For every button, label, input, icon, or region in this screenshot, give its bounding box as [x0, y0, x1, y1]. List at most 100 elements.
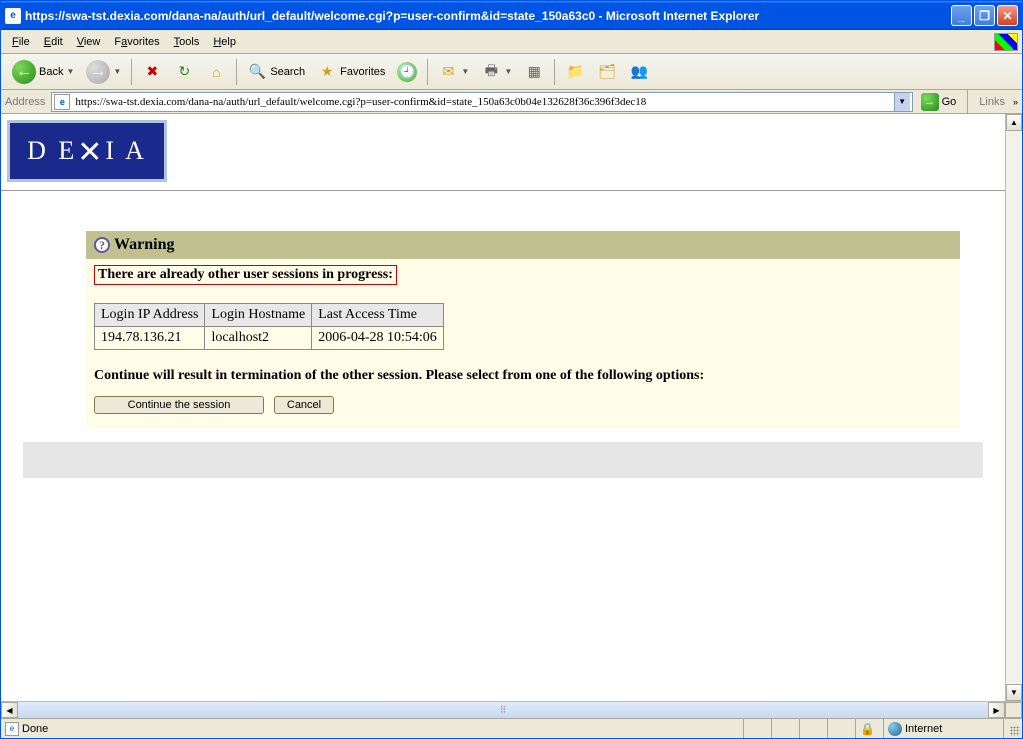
folder-icon: 📁	[565, 62, 585, 82]
divider	[1, 190, 1005, 191]
close-button[interactable]: ✕	[997, 5, 1018, 26]
session-table: Login IP Address Login Hostname Last Acc…	[94, 303, 444, 350]
zone-text: Internet	[905, 723, 942, 735]
print-dropdown-icon: ▼	[504, 67, 512, 76]
status-pane-4	[828, 719, 856, 738]
history-icon: 🕘	[397, 62, 417, 82]
go-label: Go	[942, 96, 957, 108]
col-hostname: Login Hostname	[205, 304, 312, 327]
col-time: Last Access Time	[312, 304, 444, 327]
page-favicon: e	[54, 94, 70, 110]
back-label: Back	[39, 66, 63, 78]
browser-window: e https://swa-tst.dexia.com/dana-na/auth…	[0, 0, 1023, 739]
address-dropdown-button[interactable]: ▼	[894, 93, 910, 111]
addressbar-separator	[967, 89, 968, 115]
globe-icon	[888, 722, 902, 736]
menu-favorites[interactable]: Favorites	[107, 34, 166, 50]
folders-button[interactable]: 🗂	[592, 59, 622, 85]
statusbar: e Done 🔒 Internet	[1, 718, 1022, 738]
addressbar: Address e ▼ → Go Links »	[1, 90, 1022, 114]
titlebar: e https://swa-tst.dexia.com/dana-na/auth…	[1, 1, 1022, 30]
history-button[interactable]: 🕘	[392, 59, 422, 85]
cell-ip: 194.78.136.21	[95, 327, 205, 350]
mail-dropdown-icon: ▼	[461, 67, 469, 76]
window-title: https://swa-tst.dexia.com/dana-na/auth/u…	[25, 9, 951, 23]
scroll-left-button[interactable]: ◀	[1, 702, 18, 718]
cell-time: 2006-04-28 10:54:06	[312, 327, 444, 350]
folders-icon: 🗂	[597, 62, 617, 82]
toolbar-separator	[427, 59, 428, 85]
dexia-logo: D E ✕ I A	[7, 120, 167, 182]
stop-icon: ✖	[142, 62, 162, 82]
links-chevron-icon[interactable]: »	[1013, 97, 1018, 107]
stop-button[interactable]: ✖	[137, 59, 167, 85]
minimize-button[interactable]: _	[951, 5, 972, 26]
edit-button[interactable]: ▦	[519, 59, 549, 85]
print-button[interactable]: 🖶 ▼	[476, 59, 517, 85]
back-button[interactable]: ← Back ▼	[7, 57, 79, 87]
search-button[interactable]: 🔍 Search	[242, 59, 310, 85]
maximize-button[interactable]: ❐	[974, 5, 995, 26]
mail-button[interactable]: ✉ ▼	[433, 59, 474, 85]
address-input-container[interactable]: e ▼	[51, 92, 912, 112]
warning-header: ? Warning	[86, 231, 960, 259]
hscroll-track[interactable]: ⠿	[18, 702, 988, 718]
menu-view[interactable]: View	[70, 34, 108, 50]
address-label: Address	[5, 96, 47, 108]
links-label[interactable]: Links	[975, 96, 1009, 108]
refresh-icon: ↻	[174, 62, 194, 82]
window-controls: _ ❐ ✕	[951, 5, 1018, 26]
search-label: Search	[270, 66, 305, 78]
forward-button[interactable]: → ▼	[81, 57, 126, 87]
messenger-icon: 👥	[629, 62, 649, 82]
windows-flag-icon	[994, 33, 1018, 51]
refresh-button[interactable]: ↻	[169, 59, 199, 85]
scroll-corner	[1005, 702, 1022, 718]
star-icon: ★	[317, 62, 337, 82]
table-row: 194.78.136.21 localhost2 2006-04-28 10:5…	[95, 327, 444, 350]
go-icon: →	[921, 93, 939, 111]
content-area: D E ✕ I A ? Warning There are already ot…	[1, 114, 1022, 701]
resize-grip[interactable]	[1004, 719, 1022, 738]
menu-file[interactable]: File	[5, 34, 37, 50]
favorites-button[interactable]: ★ Favorites	[312, 59, 390, 85]
forward-dropdown-icon: ▼	[113, 67, 121, 76]
edit-icon: ▦	[524, 62, 544, 82]
messenger-button[interactable]: 👥	[624, 59, 654, 85]
status-pane-2	[772, 719, 800, 738]
status-main: e Done	[1, 719, 744, 738]
warning-title: Warning	[114, 236, 174, 254]
status-zone: Internet	[884, 719, 1004, 738]
page: D E ✕ I A ? Warning There are already ot…	[1, 114, 1022, 701]
cancel-button[interactable]: Cancel	[274, 396, 334, 414]
address-input[interactable]	[73, 95, 893, 109]
col-ip: Login IP Address	[95, 304, 205, 327]
scroll-down-button[interactable]: ▼	[1006, 684, 1022, 701]
vertical-scrollbar[interactable]: ▲ ▼	[1005, 114, 1022, 701]
instruction-text: Continue will result in termination of t…	[94, 368, 952, 384]
scroll-up-button[interactable]: ▲	[1006, 114, 1022, 131]
status-security: 🔒	[856, 719, 884, 738]
menu-help[interactable]: Help	[206, 34, 243, 50]
status-pane-1	[744, 719, 772, 738]
table-header-row: Login IP Address Login Hostname Last Acc…	[95, 304, 444, 327]
status-text: Done	[22, 723, 48, 735]
horizontal-scrollbar[interactable]: ◀ ⠿ ▶	[1, 701, 1022, 718]
print-icon: 🖶	[481, 62, 501, 82]
scroll-track[interactable]	[1006, 131, 1022, 684]
page-icon: e	[5, 722, 19, 736]
forward-icon: →	[86, 60, 110, 84]
go-button[interactable]: → Go	[917, 92, 961, 112]
toolbar: ← Back ▼ → ▼ ✖ ↻ ⌂ 🔍 Search ★ Favorites …	[1, 54, 1022, 90]
home-button[interactable]: ⌂	[201, 59, 231, 85]
scroll-right-button[interactable]: ▶	[988, 702, 1005, 718]
footer-bar	[23, 442, 983, 478]
continue-button[interactable]: Continue the session	[94, 396, 264, 414]
favorites-label: Favorites	[340, 66, 385, 78]
question-icon: ?	[94, 237, 110, 253]
warning-panel: ? Warning There are already other user s…	[86, 231, 960, 428]
discuss-button[interactable]: 📁	[560, 59, 590, 85]
toolbar-separator	[131, 59, 132, 85]
menu-tools[interactable]: Tools	[167, 34, 207, 50]
menu-edit[interactable]: Edit	[37, 34, 70, 50]
